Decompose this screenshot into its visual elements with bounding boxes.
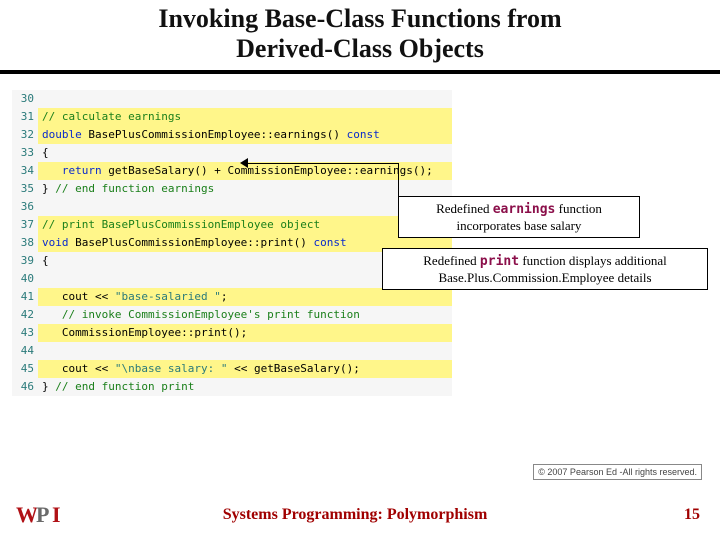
code-line: 35} // end function earnings	[12, 180, 452, 198]
code-tokens: cout << "base-salaried ";	[38, 288, 452, 306]
slide-footer: W P I Systems Programming: Polymorphism …	[0, 498, 720, 532]
page-number: 15	[640, 506, 720, 524]
footer-title: Systems Programming: Polymorphism	[70, 506, 640, 524]
callout-code-token: earnings	[493, 202, 556, 217]
line-number: 35	[12, 180, 38, 198]
code-line: 32double BasePlusCommissionEmployee::ear…	[12, 126, 452, 144]
code-line: 36	[12, 198, 452, 216]
line-number: 46	[12, 378, 38, 396]
code-tokens: // print BasePlusCommissionEmployee obje…	[38, 216, 452, 234]
line-number: 39	[12, 252, 38, 270]
line-number: 42	[12, 306, 38, 324]
line-number: 34	[12, 162, 38, 180]
line-number: 43	[12, 324, 38, 342]
line-number: 32	[12, 126, 38, 144]
code-line: 34 return getBaseSalary() + CommissionEm…	[12, 162, 452, 180]
callout-arrow-vline	[398, 163, 399, 196]
line-number: 40	[12, 270, 38, 288]
line-number: 44	[12, 342, 38, 360]
line-number: 33	[12, 144, 38, 162]
callout-text: Redefined	[423, 253, 480, 268]
callout-arrow-head	[240, 158, 248, 168]
slide-title: Invoking Base-Class Functions from Deriv…	[0, 0, 720, 74]
line-number: 37	[12, 216, 38, 234]
svg-text:W: W	[16, 502, 38, 527]
line-number: 38	[12, 234, 38, 252]
callout-arrow-stem	[248, 163, 398, 164]
callout-earnings: Redefined earnings function incorporates…	[398, 196, 640, 238]
svg-text:P: P	[36, 502, 49, 527]
line-number: 45	[12, 360, 38, 378]
svg-text:I: I	[52, 502, 61, 527]
code-line: 41 cout << "base-salaried ";	[12, 288, 452, 306]
code-line: 46} // end function print	[12, 378, 452, 396]
copyright-notice: © 2007 Pearson Ed -All rights reserved.	[533, 464, 702, 480]
callout-code-token: print	[480, 254, 519, 269]
code-listing: 3031// calculate earnings32double BasePl…	[12, 90, 452, 396]
line-number: 30	[12, 90, 38, 108]
callout-print: Redefined print function displays additi…	[382, 248, 708, 290]
code-tokens: } // end function print	[38, 378, 452, 396]
code-line: 30	[12, 90, 452, 108]
line-number: 41	[12, 288, 38, 306]
code-tokens: cout << "\nbase salary: " << getBaseSala…	[38, 360, 452, 378]
code-line: 44	[12, 342, 452, 360]
code-line: 31// calculate earnings	[12, 108, 452, 126]
code-line: 42 // invoke CommissionEmployee's print …	[12, 306, 452, 324]
code-line: 43 CommissionEmployee::print();	[12, 324, 452, 342]
line-number: 31	[12, 108, 38, 126]
code-line: 37// print BasePlusCommissionEmployee ob…	[12, 216, 452, 234]
wpi-logo: W P I	[16, 502, 70, 528]
callout-text: Redefined	[436, 201, 493, 216]
title-line-2: Derived-Class Objects	[236, 34, 484, 63]
code-tokens: double BasePlusCommissionEmployee::earni…	[38, 126, 452, 144]
code-tokens: CommissionEmployee::print();	[38, 324, 452, 342]
code-line: 45 cout << "\nbase salary: " << getBaseS…	[12, 360, 452, 378]
title-line-1: Invoking Base-Class Functions from	[158, 4, 561, 33]
code-line: 33{	[12, 144, 452, 162]
code-tokens: } // end function earnings	[38, 180, 452, 198]
code-tokens: // invoke CommissionEmployee's print fun…	[38, 306, 452, 324]
line-number: 36	[12, 198, 38, 216]
code-tokens: // calculate earnings	[38, 108, 452, 126]
